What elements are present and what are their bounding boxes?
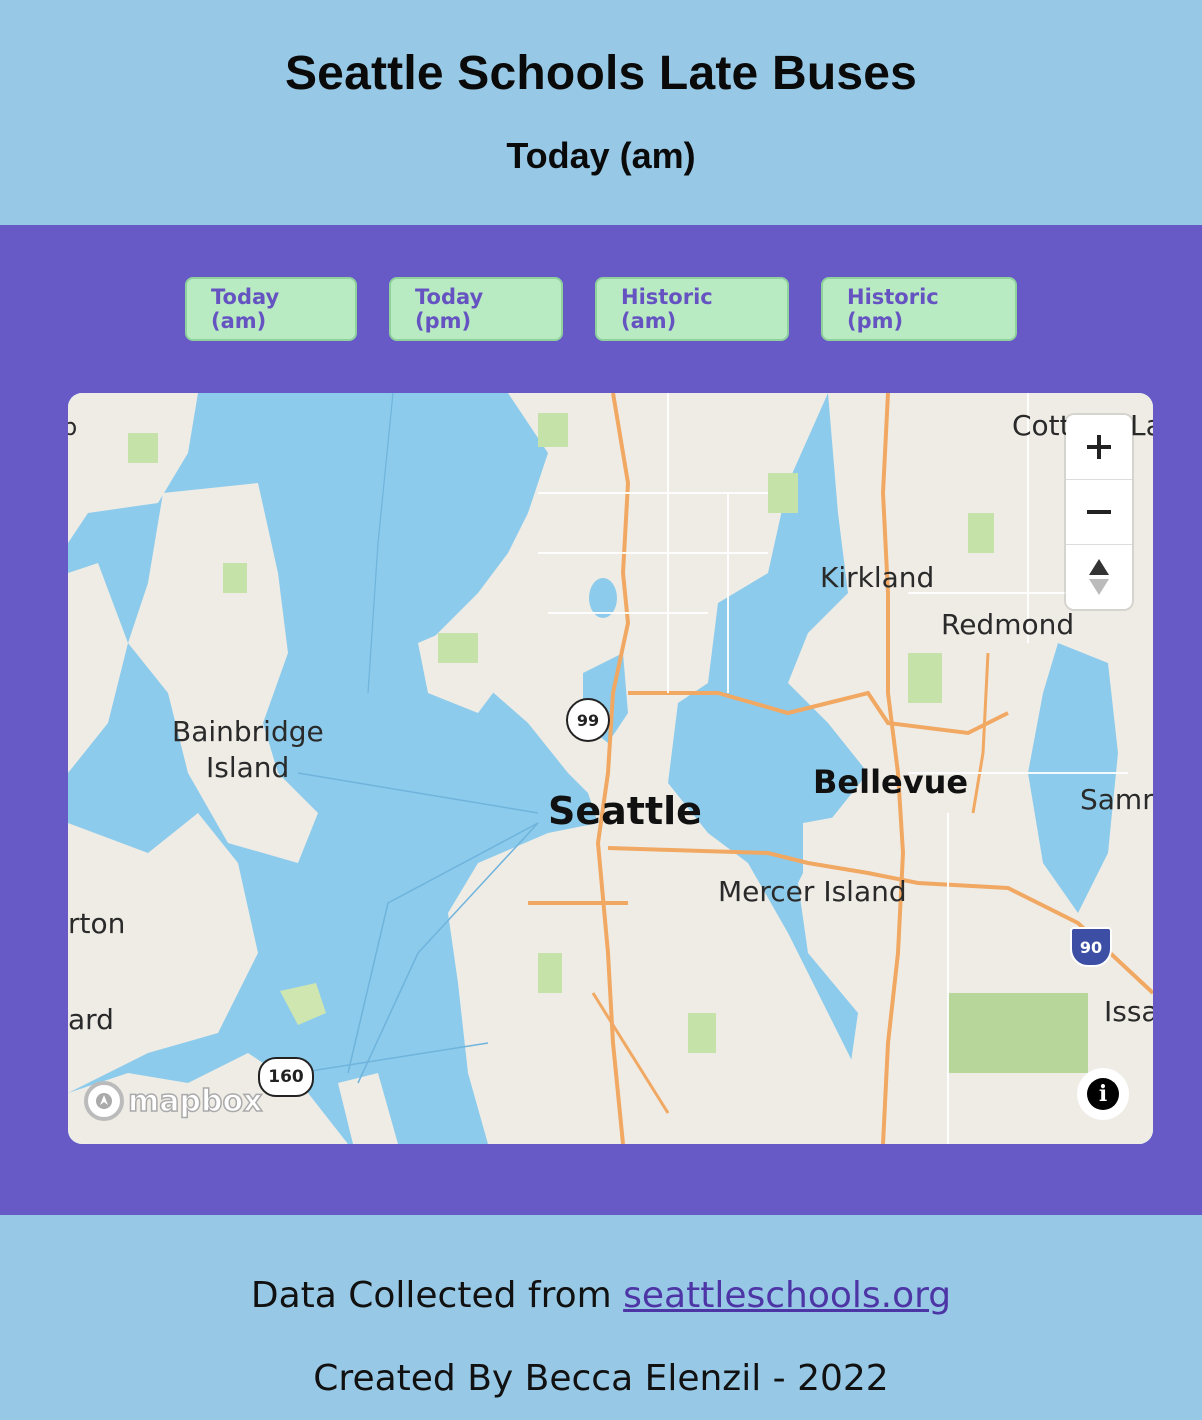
zoom-out-button[interactable] bbox=[1066, 480, 1132, 545]
route-99-shield: 99 bbox=[566, 698, 610, 742]
map-label-la: La bbox=[1130, 409, 1153, 442]
minus-icon bbox=[1087, 510, 1111, 514]
interstate-90-shield: 90 bbox=[1070, 927, 1112, 967]
seattleschools-link[interactable]: seattleschools.org bbox=[623, 1275, 951, 1316]
map-label-seattle: Seattle bbox=[548, 789, 702, 833]
map-label-kirkland: Kirkland bbox=[820, 561, 935, 594]
map-label-mercer-island: Mercer Island bbox=[718, 875, 907, 908]
plus-icon bbox=[1087, 435, 1111, 459]
main-section: Today (am) Today (pm) Historic (am) Hist… bbox=[0, 225, 1202, 1215]
mapbox-wordmark: mapbox bbox=[127, 1083, 263, 1120]
map-controls bbox=[1066, 415, 1132, 609]
map-label-rton: rton bbox=[68, 907, 126, 940]
historic-pm-button[interactable]: Historic (pm) bbox=[821, 277, 1017, 341]
map-label-redmond: Redmond bbox=[941, 608, 1075, 641]
compass-button[interactable] bbox=[1066, 545, 1132, 609]
map-label-cott: Cott bbox=[1012, 409, 1071, 442]
mapbox-logo[interactable]: mapbox bbox=[84, 1081, 263, 1121]
mapbox-compass-icon bbox=[84, 1081, 124, 1121]
data-source-line: Data Collected from seattleschools.org bbox=[0, 1275, 1202, 1316]
credit-line: Created By Becca Elenzil - 2022 bbox=[313, 1358, 889, 1399]
today-pm-button[interactable]: Today (pm) bbox=[389, 277, 563, 341]
compass-icon bbox=[1089, 559, 1109, 595]
zoom-in-button[interactable] bbox=[1066, 415, 1132, 480]
map-label-bainbridge: Bainbridge bbox=[172, 715, 324, 748]
page-header: Seattle Schools Late Buses Today (am) bbox=[0, 0, 1202, 225]
map-label-ard: ard bbox=[68, 1003, 114, 1036]
info-icon: i bbox=[1087, 1078, 1119, 1110]
map-label-edge: b bbox=[68, 413, 78, 441]
bus-map[interactable]: Seattle Bellevue Kirkland Redmond Mercer… bbox=[68, 393, 1153, 1144]
page-subtitle: Today (am) bbox=[506, 135, 696, 176]
route-160-shield: 160 bbox=[258, 1057, 314, 1097]
map-label-island: Island bbox=[206, 751, 290, 784]
view-tabs: Today (am) Today (pm) Historic (am) Hist… bbox=[0, 277, 1202, 341]
map-label-issa: Issa bbox=[1104, 995, 1153, 1028]
historic-am-button[interactable]: Historic (am) bbox=[595, 277, 789, 341]
map-label-bellevue: Bellevue bbox=[813, 763, 969, 801]
page-footer: Data Collected from seattleschools.org C… bbox=[0, 1215, 1202, 1420]
attribution-button[interactable]: i bbox=[1077, 1068, 1129, 1120]
page-title: Seattle Schools Late Buses bbox=[284, 47, 918, 100]
today-am-button[interactable]: Today (am) bbox=[185, 277, 357, 341]
map-label-samm: Samm bbox=[1080, 783, 1153, 816]
data-source-prefix: Data Collected from bbox=[250, 1275, 612, 1316]
